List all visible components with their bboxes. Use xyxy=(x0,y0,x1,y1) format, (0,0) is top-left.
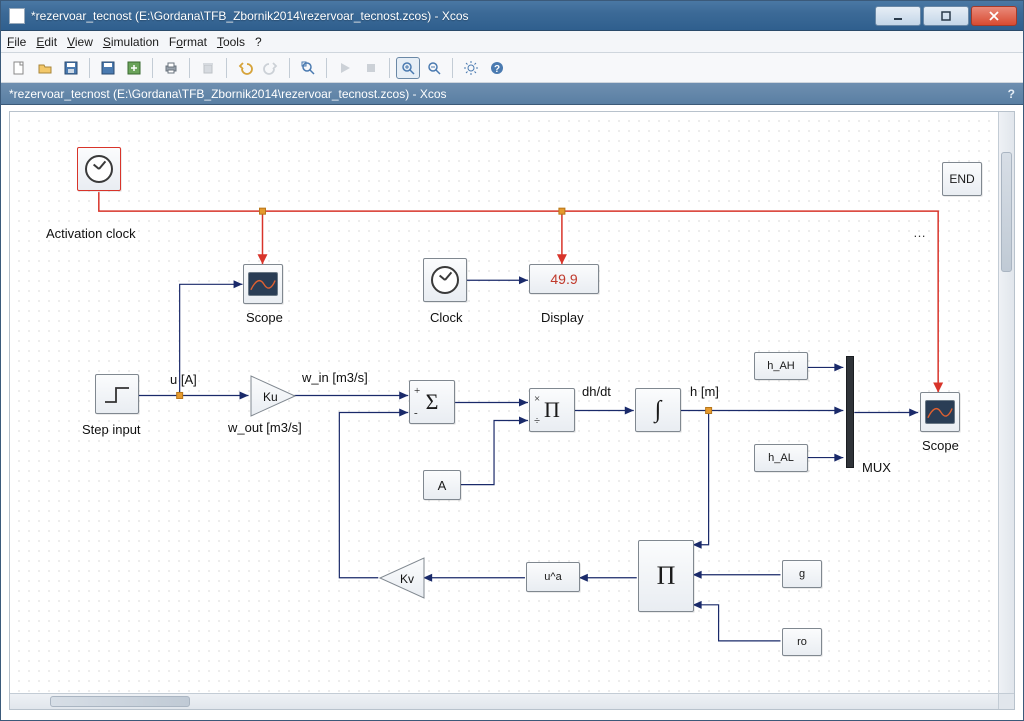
stop-icon[interactable] xyxy=(359,57,383,79)
svg-text:Kv: Kv xyxy=(400,572,414,586)
gain-ku-text: Ku xyxy=(263,390,278,404)
toolbar: ? xyxy=(1,53,1023,83)
ellipsis-icon: … xyxy=(913,225,926,240)
prod1-div-label: ÷ xyxy=(534,415,540,427)
clock-block[interactable] xyxy=(423,258,467,302)
redo-icon[interactable] xyxy=(259,57,283,79)
const-hal-block[interactable]: h_AL xyxy=(754,444,808,472)
mux-block[interactable] xyxy=(846,356,854,468)
zoom-out-icon[interactable] xyxy=(422,57,446,79)
scope1-block[interactable] xyxy=(243,264,283,304)
scope2-block[interactable] xyxy=(920,392,960,432)
scope2-label: Scope xyxy=(922,438,959,453)
signal-dhdt-label: dh/dt xyxy=(582,384,611,399)
step-block[interactable] xyxy=(95,374,139,414)
vertical-scrollbar[interactable] xyxy=(998,112,1014,693)
close-button[interactable] xyxy=(971,6,1017,26)
gain-ku-block[interactable]: Ku xyxy=(249,374,297,418)
maximize-button[interactable] xyxy=(923,6,969,26)
menubar: File Edit View Simulation Format Tools ? xyxy=(1,31,1023,53)
gain-kv-block[interactable]: Kv xyxy=(378,556,426,600)
svg-text:?: ? xyxy=(494,64,500,75)
const-hah-block[interactable]: h_AH xyxy=(754,352,808,380)
tabstrip: *rezervoar_tecnost (E:\Gordana\TFB_Zborn… xyxy=(1,83,1023,105)
signal-wout-label: w_out [m3/s] xyxy=(228,420,302,435)
product2-block[interactable]: Π xyxy=(638,540,694,612)
activation-clock-label: Activation clock xyxy=(46,226,136,241)
signal-u-label: u [A] xyxy=(170,372,197,387)
integrator-block[interactable]: ∫ xyxy=(635,388,681,432)
active-tab[interactable]: *rezervoar_tecnost (E:\Gordana\TFB_Zborn… xyxy=(9,87,447,101)
scope-icon xyxy=(248,272,278,296)
scope-icon xyxy=(925,400,955,424)
open-icon[interactable] xyxy=(33,57,57,79)
const-a-block[interactable]: A xyxy=(423,470,461,500)
end-block[interactable]: END xyxy=(942,162,982,196)
step-label: Step input xyxy=(82,422,141,437)
const-ro-block[interactable]: ro xyxy=(782,628,822,656)
titlebar[interactable]: *rezervoar_tecnost (E:\Gordana\TFB_Zborn… xyxy=(1,1,1023,31)
tab-help-icon[interactable]: ? xyxy=(1008,87,1015,101)
const-g-block[interactable]: g xyxy=(782,560,822,588)
display-block[interactable]: 49.9 xyxy=(529,264,599,294)
settings-icon[interactable] xyxy=(459,57,483,79)
menu-format[interactable]: Format xyxy=(169,35,207,49)
save-dialog-icon[interactable] xyxy=(96,57,120,79)
diagram-canvas[interactable]: Activation clock END … Scope Clock 49.9 … xyxy=(10,112,1014,709)
fit-icon[interactable] xyxy=(296,57,320,79)
menu-file[interactable]: File xyxy=(7,35,26,49)
app-window: *rezervoar_tecnost (E:\Gordana\TFB_Zborn… xyxy=(0,0,1024,721)
export-icon[interactable] xyxy=(122,57,146,79)
save-icon[interactable] xyxy=(59,57,83,79)
menu-simulation[interactable]: Simulation xyxy=(103,35,159,49)
minimize-button[interactable] xyxy=(875,6,921,26)
clock-label: Clock xyxy=(430,310,463,325)
scroll-corner xyxy=(998,693,1014,709)
print-icon[interactable] xyxy=(159,57,183,79)
signal-win-label: w_in [m3/s] xyxy=(302,370,368,385)
sigma-icon: Σ xyxy=(426,389,439,415)
undo-icon[interactable] xyxy=(233,57,257,79)
window-buttons xyxy=(873,6,1017,26)
scrollbar-thumb[interactable] xyxy=(1001,152,1012,272)
scrollbar-thumb[interactable] xyxy=(50,696,190,707)
delete-icon[interactable] xyxy=(196,57,220,79)
clock-icon xyxy=(85,155,113,183)
ua-block[interactable]: u^a xyxy=(526,562,580,592)
app-icon xyxy=(9,8,25,24)
prod1-mul-label: × xyxy=(534,393,540,405)
signal-h-label: h [m] xyxy=(690,384,719,399)
window-title: *rezervoar_tecnost (E:\Gordana\TFB_Zborn… xyxy=(31,9,469,23)
about-icon[interactable]: ? xyxy=(485,57,509,79)
scope1-label: Scope xyxy=(246,310,283,325)
menu-tools[interactable]: Tools xyxy=(217,35,245,49)
new-icon[interactable] xyxy=(7,57,31,79)
sum-block[interactable]: + - Σ xyxy=(409,380,455,424)
play-icon[interactable] xyxy=(333,57,357,79)
horizontal-scrollbar[interactable] xyxy=(10,693,998,709)
product1-block[interactable]: × ÷ Π xyxy=(529,388,575,432)
zoom-in-icon[interactable] xyxy=(396,57,420,79)
sum-plus-label: + xyxy=(414,385,420,397)
pi-icon: Π xyxy=(544,397,560,423)
activation-clock-block[interactable] xyxy=(77,147,121,191)
menu-help[interactable]: ? xyxy=(255,35,262,49)
menu-edit[interactable]: Edit xyxy=(36,35,57,49)
clock-icon xyxy=(431,266,459,294)
mux-label: MUX xyxy=(862,460,891,475)
sum-minus-label: - xyxy=(414,407,418,419)
menu-view[interactable]: View xyxy=(67,35,93,49)
pi-icon: Π xyxy=(657,561,676,591)
display-label: Display xyxy=(541,310,584,325)
wires-layer xyxy=(10,112,1014,709)
canvas-wrap: Activation clock END … Scope Clock 49.9 … xyxy=(9,111,1015,710)
step-icon xyxy=(102,382,132,406)
